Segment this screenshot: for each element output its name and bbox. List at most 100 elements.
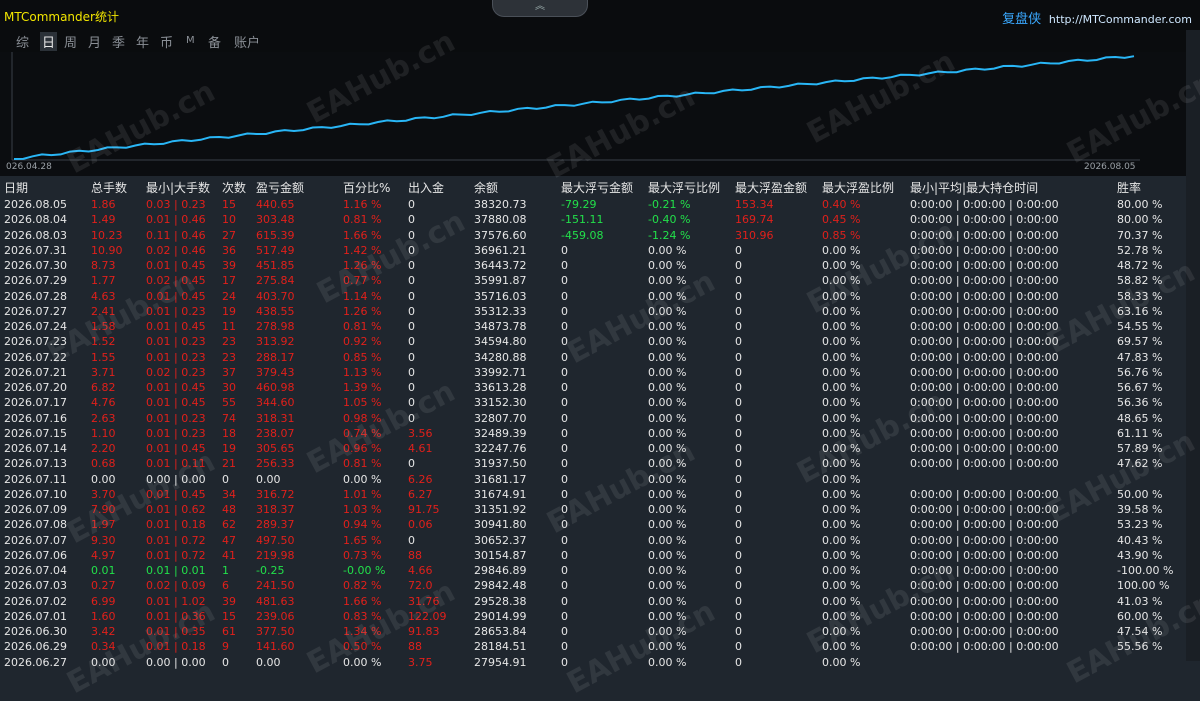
scrollbar[interactable] [1186, 30, 1200, 661]
table-row[interactable]: 2026.07.31 10.90 0.02 | 0.46 36 517.49 1.42 %… [0, 243, 1200, 258]
column-header-0[interactable]: 日期 [4, 179, 28, 196]
cell-fpp: 0.00 % [822, 457, 861, 471]
cell-fpp: 0.00 % [822, 487, 861, 501]
table-row[interactable]: 2026.07.10 3.70 0.01 | 0.45 34 316.72 1.01 % 6… [0, 487, 1200, 502]
table-row[interactable]: 2026.07.30 8.73 0.01 | 0.45 39 451.85 1.26 % 0… [0, 258, 1200, 273]
table-row[interactable]: 2026.07.29 1.77 0.02 | 0.45 17 275.84 0.77 % 0… [0, 273, 1200, 288]
cell-lots: 0.68 [91, 457, 116, 471]
cell-minmax: 0.01 | 0.23 [146, 426, 206, 440]
cell-win: 61.11 % [1117, 426, 1163, 440]
table-row[interactable]: 2026.07.23 1.52 0.01 | 0.23 23 313.92 0.92 % 0… [0, 334, 1200, 349]
tab-period-8[interactable]: 备 [208, 32, 221, 51]
tab-period-3[interactable]: 月 [88, 32, 101, 51]
table-row[interactable]: 2026.07.13 0.68 0.01 | 0.11 21 256.33 0.81 % 0… [0, 456, 1200, 471]
cell-minmax: 0.01 | 0.46 [146, 213, 206, 227]
cell-io: 3.75 [408, 655, 433, 669]
cell-minmax: 0.00 | 0.00 [146, 472, 206, 486]
cell-fp: 0 [735, 548, 742, 562]
tab-period-6[interactable]: 币 [160, 32, 173, 51]
equity-line [13, 55, 1135, 160]
table-row[interactable]: 2026.08.03 10.23 0.11 | 0.46 27 615.39 1.66 %… [0, 228, 1200, 243]
column-header-7[interactable]: 余额 [474, 179, 498, 196]
table-row[interactable]: 2026.08.04 1.49 0.01 | 0.46 10 303.48 0.81 % 0… [0, 212, 1200, 227]
cell-date: 2026.07.08 [4, 518, 67, 532]
cell-minmax: 0.01 | 0.18 [146, 640, 206, 654]
cell-lots: 0.01 [91, 564, 116, 577]
column-header-4[interactable]: 盈亏金额 [256, 179, 304, 196]
cell-pnl: 0.00 [256, 655, 281, 669]
table-row[interactable]: 2026.07.28 4.63 0.01 | 0.45 24 403.70 1.14 % 0… [0, 289, 1200, 304]
cell-date: 2026.07.28 [4, 289, 67, 303]
cell-flp: 0.00 % [648, 442, 687, 455]
cell-win: -100.00 % [1117, 564, 1174, 577]
column-header-13[interactable]: 胜率 [1117, 179, 1141, 196]
table-row[interactable]: 2026.07.03 0.27 0.02 | 0.09 6 241.50 0.82 % 72… [0, 578, 1200, 593]
column-header-1[interactable]: 总手数 [91, 179, 127, 196]
table-row[interactable]: 2026.07.17 4.76 0.01 | 0.45 55 344.60 1.05 % 0… [0, 395, 1200, 410]
cell-fpp: 0.00 % [822, 411, 861, 425]
table-row[interactable]: 2026.07.09 7.90 0.01 | 0.62 48 318.37 1.03 % 9… [0, 502, 1200, 517]
table-row[interactable]: 2026.07.24 1.58 0.01 | 0.45 11 278.98 0.81 % 0… [0, 319, 1200, 334]
cell-pnl: 275.84 [256, 274, 295, 288]
cell-flp: 0.00 % [648, 640, 687, 654]
table-row[interactable]: 2026.07.02 6.99 0.01 | 1.02 39 481.63 1.66 % 3… [0, 594, 1200, 609]
cell-fp: 0 [735, 594, 742, 608]
column-header-2[interactable]: 最小|大手数 [146, 179, 210, 196]
tab-period-5[interactable]: 年 [136, 32, 149, 51]
cell-minmax: 0.01 | 0.01 [146, 564, 206, 577]
cell-lots: 9.30 [91, 533, 116, 547]
table-row[interactable]: 2026.07.11 0.00 0.00 | 0.00 0 0.00 0.00 % 6.26… [0, 472, 1200, 487]
tab-period-2[interactable]: 周 [64, 32, 77, 51]
tab-period-9[interactable]: 账户 [234, 32, 260, 51]
table-row[interactable]: 2026.07.07 9.30 0.01 | 0.72 47 497.50 1.65 % 0… [0, 533, 1200, 548]
cell-bal: 36961.21 [474, 243, 527, 257]
table-row[interactable]: 2026.08.05 1.86 0.03 | 0.23 15 440.65 1.16 % 0… [0, 197, 1200, 212]
table-row[interactable]: 2026.07.16 2.63 0.01 | 0.23 74 318.31 0.98 % 0… [0, 411, 1200, 426]
cell-pnl: 303.48 [256, 213, 295, 227]
table-row[interactable]: 2026.06.27 0.00 0.00 | 0.00 0 0.00 0.00 % 3.75… [0, 655, 1200, 670]
cell-count: 27 [222, 228, 236, 242]
column-header-10[interactable]: 最大浮盈金额 [735, 179, 807, 196]
table-row[interactable]: 2026.06.30 3.42 0.01 | 0.35 61 377.50 1.34 % 9… [0, 624, 1200, 639]
tab-period-1[interactable]: 日 [40, 32, 58, 51]
tab-period-4[interactable]: 季 [112, 32, 125, 51]
cell-win: 80.00 % [1117, 198, 1163, 211]
column-header-8[interactable]: 最大浮亏金额 [561, 179, 633, 196]
column-header-5[interactable]: 百分比% [343, 179, 390, 196]
cell-fpp: 0.00 % [822, 381, 861, 394]
cell-io: 3.56 [408, 426, 433, 440]
column-header-12[interactable]: 最小|平均|最大持仓时间 [910, 179, 1038, 196]
column-header-3[interactable]: 次数 [222, 179, 246, 196]
cell-io: 88 [408, 640, 422, 654]
table-row[interactable]: 2026.06.29 0.34 0.01 | 0.18 9 141.60 0.50 % 88… [0, 639, 1200, 654]
table-row[interactable]: 2026.07.01 1.60 0.01 | 0.36 15 239.06 0.83 % 1… [0, 609, 1200, 624]
table-row[interactable]: 2026.07.22 1.55 0.01 | 0.23 23 288.17 0.85 % 0… [0, 350, 1200, 365]
table-row[interactable]: 2026.07.08 1.97 0.01 | 0.18 62 289.37 0.94 % 0… [0, 517, 1200, 532]
tab-period-7[interactable]: M [186, 35, 195, 46]
cell-fp: 0 [735, 274, 742, 288]
tab-period-0[interactable]: 综 [16, 32, 29, 51]
column-header-11[interactable]: 最大浮盈比例 [822, 179, 894, 196]
collapse-handle[interactable]: ︽ [492, 0, 588, 17]
table-row[interactable]: 2026.07.27 2.41 0.01 | 0.23 19 438.55 1.26 % 0… [0, 304, 1200, 319]
cell-fp: 0 [735, 518, 742, 532]
cell-win: 43.90 % [1117, 548, 1163, 562]
column-header-9[interactable]: 最大浮亏比例 [648, 179, 720, 196]
cell-win: 52.78 % [1117, 243, 1163, 257]
table-row[interactable]: 2026.07.04 0.01 0.01 | 0.01 1 -0.25 -0.00 % 4.… [0, 563, 1200, 578]
cell-win: 50.00 % [1117, 487, 1163, 501]
cell-hold: 0:00:00 | 0:00:00 | 0:00:00 [910, 289, 1059, 303]
cell-bal: 28653.84 [474, 625, 527, 638]
table-row[interactable]: 2026.07.21 3.71 0.02 | 0.23 37 379.43 1.13 % 0… [0, 365, 1200, 380]
cell-flp: 0.00 % [648, 426, 687, 440]
cell-bal: 29842.48 [474, 579, 527, 593]
table-row[interactable]: 2026.07.20 6.82 0.01 | 0.45 30 460.98 1.39 % 0… [0, 380, 1200, 395]
brand-url-link[interactable]: http://MTCommander.com [1049, 13, 1192, 26]
table-row[interactable]: 2026.07.15 1.10 0.01 | 0.23 18 238.07 0.74 % 3… [0, 426, 1200, 441]
cell-count: 18 [222, 426, 236, 440]
table-row[interactable]: 2026.07.14 2.20 0.01 | 0.45 19 305.65 0.96 % 4… [0, 441, 1200, 456]
column-header-6[interactable]: 出入金 [408, 179, 444, 196]
table-row[interactable]: 2026.07.06 4.97 0.01 | 0.72 41 219.98 0.73 % 8… [0, 548, 1200, 563]
cell-hold: 0:00:00 | 0:00:00 | 0:00:00 [910, 213, 1059, 227]
cell-fpp: 0.40 % [822, 198, 861, 211]
